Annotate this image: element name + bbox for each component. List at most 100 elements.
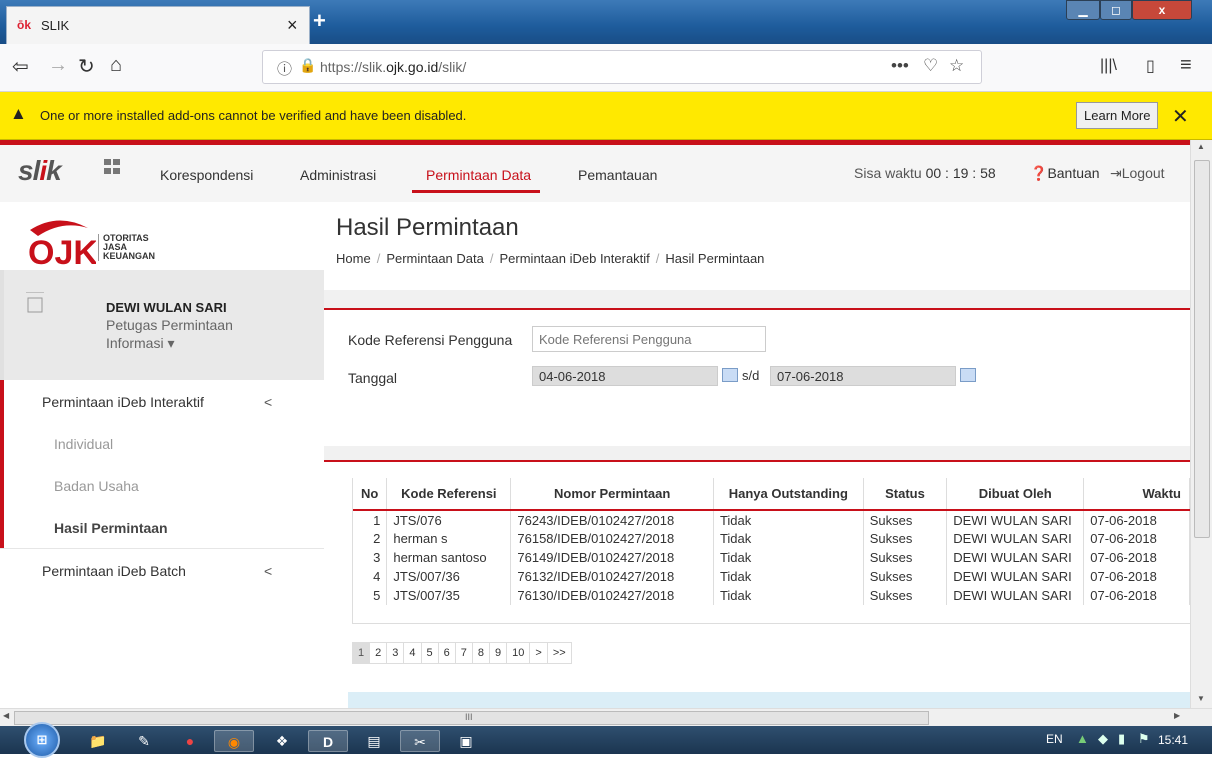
scroll-left-icon[interactable]: ◀: [3, 711, 9, 720]
app-icon[interactable]: ▣: [446, 730, 486, 752]
page-link[interactable]: >: [529, 642, 548, 664]
flag-icon[interactable]: ⚑: [1138, 731, 1150, 747]
page-link[interactable]: 6: [437, 642, 456, 664]
breadcrumb-ideb-interaktif[interactable]: Permintaan iDeb Interaktif: [500, 251, 650, 266]
library-icon[interactable]: |||\: [1100, 57, 1117, 75]
page-link[interactable]: 1: [352, 642, 371, 664]
sidebar-item-badan-usaha[interactable]: Badan Usaha: [0, 464, 324, 506]
scroll-up-icon[interactable]: ▲: [1197, 142, 1205, 151]
tray-icon[interactable]: ▲: [1076, 731, 1089, 746]
logout-link[interactable]: ⇥Logout: [1110, 165, 1165, 182]
kode-referensi-input[interactable]: [532, 326, 766, 352]
warning-icon: ▲: [10, 104, 27, 123]
page-link[interactable]: 3: [386, 642, 405, 664]
table-row[interactable]: 5 JTS/007/35 76130/IDEB/0102427/2018 Tidak S…: [353, 586, 1190, 605]
col-no[interactable]: No: [353, 478, 388, 511]
date-from-input[interactable]: 04-06-2018: [532, 366, 718, 386]
scroll-right-icon[interactable]: ▶: [1174, 711, 1180, 720]
network-icon[interactable]: ▮: [1118, 731, 1125, 747]
maximize-icon[interactable]: ◻: [1100, 0, 1132, 20]
menu-icon[interactable]: ≡: [1180, 54, 1192, 77]
sidebar-item-permintaan-ideb-interaktif[interactable]: Permintaan iDeb Interaktif <: [0, 380, 324, 422]
apps-grid-icon[interactable]: [104, 159, 120, 175]
explorer-icon[interactable]: 📁: [78, 730, 118, 752]
sidebar-item-hasil-permintaan[interactable]: Hasil Permintaan: [0, 506, 324, 548]
info-icon[interactable]: ⓘ: [277, 58, 292, 79]
chrome-icon[interactable]: ●: [170, 730, 210, 752]
cell-status: Sukses: [863, 567, 948, 586]
kode-referensi-label: Kode Referensi Pengguna: [348, 332, 513, 348]
cell-kode-referensi: JTS/007/35: [386, 586, 512, 605]
firefox-icon[interactable]: ◉: [214, 730, 254, 752]
page-link[interactable]: 7: [454, 642, 473, 664]
tool-icon[interactable]: ✎: [124, 730, 164, 752]
date-to-input[interactable]: 07-06-2018: [770, 366, 956, 386]
forward-icon[interactable]: →: [48, 54, 68, 77]
scroll-down-icon[interactable]: ▼: [1197, 694, 1205, 703]
url-text[interactable]: https://slik.ojk.go.id/slik/: [320, 59, 466, 75]
menu-administrasi[interactable]: Administrasi: [300, 167, 376, 183]
calendar-icon[interactable]: [960, 368, 976, 382]
page-link[interactable]: 5: [420, 642, 439, 664]
page-link[interactable]: 10: [506, 642, 531, 664]
col-kode-referensi[interactable]: Kode Referensi: [386, 478, 512, 511]
sidebar-item-permintaan-ideb-batch[interactable]: Permintaan iDeb Batch <: [0, 548, 324, 590]
menu-pemantauan[interactable]: Pemantauan: [578, 167, 657, 183]
chevron-left-icon: <: [264, 563, 273, 579]
d-app-icon[interactable]: D: [308, 730, 348, 752]
reload-icon[interactable]: ↻: [78, 54, 95, 79]
clock[interactable]: 15:41: [1158, 733, 1188, 747]
back-icon[interactable]: ⇦: [12, 54, 29, 79]
page-link[interactable]: 8: [471, 642, 490, 664]
col-status[interactable]: Status: [863, 478, 948, 511]
cell-waktu: 07-06-2018: [1083, 586, 1190, 605]
vertical-scrollbar[interactable]: ▲ ▼: [1190, 140, 1212, 708]
page-actions-icon[interactable]: •••: [891, 56, 909, 76]
url-bar[interactable]: ⓘ 🔒 https://slik.ojk.go.id/slik/ ••• ♡ ☆: [262, 50, 982, 84]
cell-no: 3: [353, 548, 388, 567]
sidebar-item-individual[interactable]: Individual: [0, 422, 324, 464]
breadcrumb-home[interactable]: Home: [336, 251, 371, 266]
menu-permintaan-data[interactable]: Permintaan Data: [426, 167, 531, 183]
slik-logo[interactable]: slik: [18, 155, 62, 187]
page-link[interactable]: 4: [403, 642, 422, 664]
help-link[interactable]: ❓Bantuan: [1030, 165, 1100, 182]
page-link[interactable]: >>: [546, 642, 572, 664]
page-link[interactable]: 2: [369, 642, 388, 664]
horizontal-scroll-thumb[interactable]: III: [14, 711, 929, 725]
tray-icon[interactable]: ◆: [1098, 731, 1108, 747]
breadcrumb-permintaan-data[interactable]: Permintaan Data: [386, 251, 484, 266]
app-icon[interactable]: ❖: [262, 730, 302, 752]
tools-icon[interactable]: ✂: [400, 730, 440, 752]
table-row[interactable]: 3 herman santoso 76149/IDEB/0102427/2018 Ti…: [353, 548, 1190, 567]
col-hanya-outstanding[interactable]: Hanya Outstanding: [713, 478, 864, 511]
table-row[interactable]: 2 herman s 76158/IDEB/0102427/2018 Tidak Suk…: [353, 529, 1190, 548]
minimize-icon[interactable]: ▁: [1066, 0, 1100, 20]
col-waktu[interactable]: Waktu: [1083, 478, 1190, 511]
pocket-icon[interactable]: ♡: [923, 56, 938, 76]
cell-hanya-outstanding: Tidak: [713, 586, 864, 605]
vertical-scroll-thumb[interactable]: [1194, 160, 1210, 538]
browser-tab[interactable]: ōk SLIK ×: [6, 6, 310, 44]
page-link[interactable]: 9: [489, 642, 508, 664]
col-dibuat-oleh[interactable]: Dibuat Oleh: [946, 478, 1085, 511]
bookmark-star-icon[interactable]: ☆: [949, 56, 964, 76]
new-tab-icon[interactable]: +: [313, 8, 326, 34]
calendar-icon[interactable]: [722, 368, 738, 382]
language-indicator[interactable]: EN: [1046, 732, 1063, 746]
home-icon[interactable]: ⌂: [110, 54, 122, 77]
close-notification-icon[interactable]: ✕: [1172, 104, 1189, 129]
learn-more-button[interactable]: Learn More: [1076, 102, 1159, 129]
cell-dibuat-oleh: DEWI WULAN SARI: [946, 586, 1085, 605]
horizontal-scrollbar[interactable]: ◀ III ▶: [0, 708, 1212, 726]
col-nomor-permintaan[interactable]: Nomor Permintaan: [510, 478, 714, 511]
start-button[interactable]: ⊞: [24, 722, 60, 758]
menu-korespondensi[interactable]: Korespondensi: [160, 167, 253, 183]
user-role-dropdown[interactable]: Informasi ▾: [106, 335, 175, 352]
table-row[interactable]: 1 JTS/076 76243/IDEB/0102427/2018 Tidak Suks…: [353, 510, 1190, 529]
app-icon[interactable]: ▤: [354, 730, 394, 752]
table-row[interactable]: 4 JTS/007/36 76132/IDEB/0102427/2018 Tidak S…: [353, 567, 1190, 586]
close-tab-icon[interactable]: ×: [287, 15, 298, 36]
sidebar-toggle-icon[interactable]: ▯: [1146, 56, 1155, 76]
window-close-icon[interactable]: x: [1132, 0, 1192, 20]
